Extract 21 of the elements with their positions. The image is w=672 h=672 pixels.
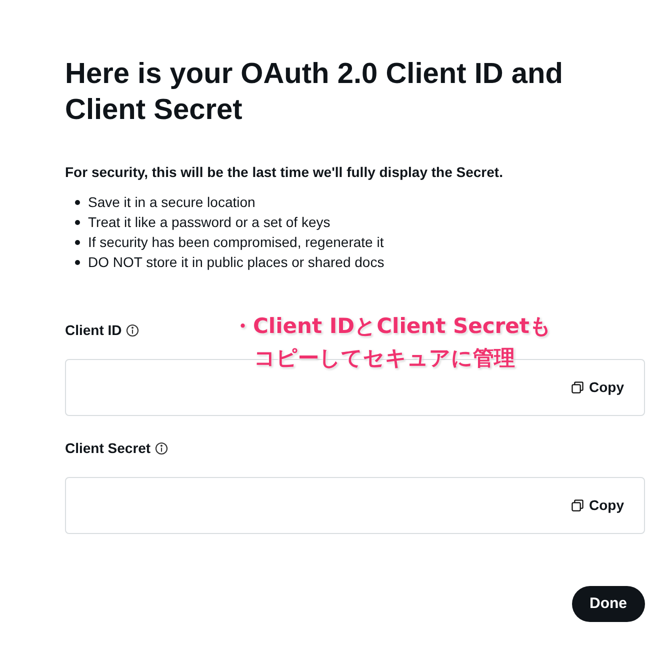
- security-notice: For security, this will be the last time we'll fully display the Secret.: [65, 163, 504, 182]
- tip-text: If security has been compromised, regenerate it: [88, 233, 384, 252]
- copy-button[interactable]: Copy: [571, 495, 624, 516]
- field-label: Client Secret: [65, 439, 151, 458]
- info-icon: [126, 324, 139, 337]
- tip-text: Save it in a secure location: [88, 193, 256, 212]
- tip-text: DO NOT store it in public places or shared docs: [88, 253, 384, 272]
- bullet-icon: [75, 240, 80, 244]
- annotation-text: ・Client IDとClient Secretも: [232, 313, 552, 340]
- key-field[interactable]: Copy: [65, 477, 645, 534]
- copy-icon: [571, 381, 584, 394]
- page-title: Here is your OAuth 2.0 Client ID and Client Secret: [65, 57, 564, 128]
- field-label: Client ID: [65, 321, 122, 340]
- bullet-icon: [75, 200, 80, 204]
- info-icon: [154, 442, 168, 455]
- tip-text: Treat it like a password or a set of keys: [88, 213, 330, 232]
- bullet-icon: [75, 220, 80, 224]
- bullet-icon: [75, 260, 80, 264]
- copy-icon: [571, 499, 584, 512]
- done-button[interactable]: Done: [572, 586, 645, 622]
- copy-button[interactable]: Copy: [571, 377, 624, 398]
